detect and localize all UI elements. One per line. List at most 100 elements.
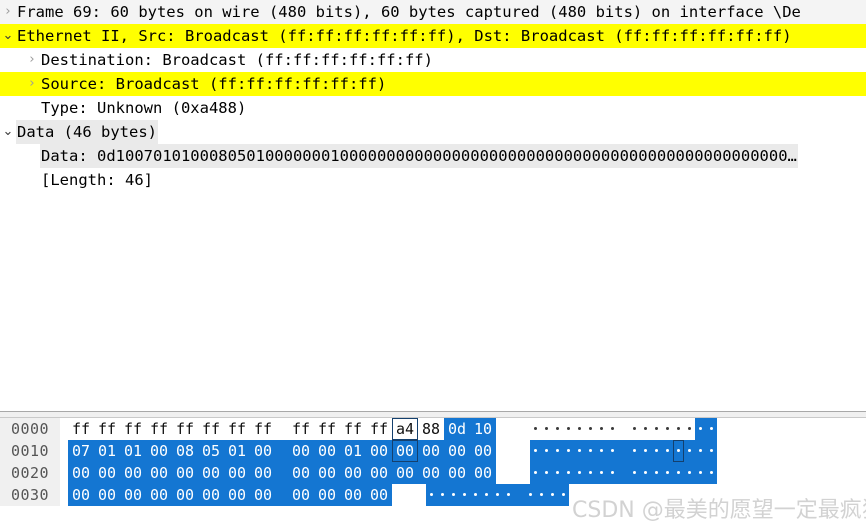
ascii-char-cell[interactable] — [673, 418, 684, 440]
hex-dump-row[interactable]: 0020 00 00 00 00 00 00 00 00 00 00 00 00 00 00 00 00 — [0, 462, 866, 484]
tree-row[interactable]: Type: Unknown (0xa488) — [0, 96, 866, 120]
ascii-char-cell[interactable] — [629, 440, 640, 462]
hex-byte-cell[interactable]: 00 — [288, 484, 314, 506]
ascii-char-cell[interactable] — [673, 440, 684, 462]
ascii-char-cell[interactable] — [585, 462, 596, 484]
chevron-down-icon[interactable]: ⌄ — [0, 120, 16, 144]
hex-byte-cell[interactable]: 00 — [224, 484, 250, 506]
hex-byte-cell[interactable]: ff — [314, 418, 340, 440]
hex-byte-cell[interactable]: 00 — [172, 484, 198, 506]
ascii-char-cell[interactable] — [525, 484, 536, 506]
hex-dump-row[interactable]: 0010 07 01 01 00 08 05 01 00 00 00 01 00 00 00 00 00 — [0, 440, 866, 462]
hex-byte-cell[interactable]: 00 — [198, 484, 224, 506]
hex-byte-cell[interactable]: ff — [172, 418, 198, 440]
ascii-char-cell[interactable] — [563, 440, 574, 462]
hex-byte-cell[interactable]: 00 — [250, 462, 276, 484]
hex-byte-cell[interactable]: 05 — [198, 440, 224, 462]
tree-row[interactable]: [Length: 46] — [0, 168, 866, 192]
ascii-char-cell[interactable] — [640, 440, 651, 462]
ascii-char-cell[interactable] — [552, 462, 563, 484]
ascii-char-cell[interactable] — [662, 462, 673, 484]
chevron-right-icon[interactable]: › — [24, 48, 40, 72]
hex-byte-cell[interactable]: 07 — [68, 440, 94, 462]
hex-byte-cell[interactable]: 00 — [224, 462, 250, 484]
hex-byte-cell[interactable]: 00 — [288, 462, 314, 484]
ascii-char-cell[interactable] — [530, 440, 541, 462]
hex-byte-cell[interactable]: 01 — [94, 440, 120, 462]
ascii-char-cell[interactable] — [607, 440, 618, 462]
ascii-char-cell[interactable] — [706, 418, 717, 440]
ascii-char-cell[interactable] — [695, 462, 706, 484]
ascii-char-cell[interactable] — [629, 462, 640, 484]
ascii-char-cell[interactable] — [706, 440, 717, 462]
ascii-char-cell[interactable] — [426, 484, 437, 506]
ascii-char-cell[interactable] — [481, 484, 492, 506]
hex-byte-cell[interactable]: 00 — [314, 440, 340, 462]
packet-details-pane[interactable]: › Frame 69: 60 bytes on wire (480 bits), … — [0, 0, 866, 411]
ascii-char-cell[interactable] — [574, 440, 585, 462]
ascii-char-cell[interactable] — [470, 484, 481, 506]
hex-dump-row[interactable]: 0000 ff ff ff ff ff ff ff ff ff ff ff ff a4 88 0d 10 — [0, 418, 866, 440]
ascii-char-cell[interactable] — [552, 418, 563, 440]
hex-byte-cell[interactable]: 00 — [146, 462, 172, 484]
tree-row[interactable]: ⌄ Ethernet II, Src: Broadcast (ff:ff:ff:f… — [0, 24, 866, 48]
hex-byte-cell[interactable]: 01 — [340, 440, 366, 462]
ascii-char-cell[interactable] — [541, 462, 552, 484]
hex-byte-cell[interactable]: 00 — [392, 440, 418, 462]
ascii-char-cell[interactable] — [541, 440, 552, 462]
ascii-char-cell[interactable] — [662, 418, 673, 440]
ascii-char-cell[interactable] — [695, 440, 706, 462]
hex-dump-row[interactable]: 0030 00 00 00 00 00 00 00 00 00 00 00 00 — [0, 484, 866, 506]
ascii-char-cell[interactable] — [574, 418, 585, 440]
ascii-char-cell[interactable] — [607, 462, 618, 484]
chevron-down-icon[interactable]: ⌄ — [0, 24, 16, 48]
ascii-char-cell[interactable] — [547, 484, 558, 506]
chevron-right-icon[interactable]: › — [0, 0, 16, 24]
ascii-char-cell[interactable] — [695, 418, 706, 440]
hex-byte-cell[interactable]: ff — [340, 418, 366, 440]
ascii-char-cell[interactable] — [684, 462, 695, 484]
tree-row[interactable]: › Destination: Broadcast (ff:ff:ff:ff:ff:… — [0, 48, 866, 72]
hex-byte-cell[interactable]: 0d — [444, 418, 470, 440]
ascii-char-cell[interactable] — [596, 462, 607, 484]
hex-byte-cell[interactable]: 00 — [68, 484, 94, 506]
hex-byte-cell[interactable]: 00 — [172, 462, 198, 484]
ascii-char-cell[interactable] — [536, 484, 547, 506]
tree-row[interactable]: Data: 0d10070101000805010000000100000000… — [0, 144, 866, 168]
hex-byte-cell[interactable]: 10 — [470, 418, 496, 440]
hex-byte-cell[interactable]: 00 — [392, 462, 418, 484]
hex-byte-cell[interactable]: 00 — [146, 484, 172, 506]
hex-byte-cell[interactable]: 01 — [224, 440, 250, 462]
hex-byte-cell[interactable]: 00 — [288, 440, 314, 462]
hex-byte-cell[interactable]: 00 — [366, 462, 392, 484]
hex-byte-cell[interactable]: 00 — [146, 440, 172, 462]
ascii-char-cell[interactable] — [607, 418, 618, 440]
ascii-char-cell[interactable] — [706, 462, 717, 484]
ascii-char-cell[interactable] — [640, 418, 651, 440]
ascii-char-cell[interactable] — [459, 484, 470, 506]
hex-byte-cell[interactable]: ff — [366, 418, 392, 440]
hex-byte-cell[interactable]: 00 — [314, 484, 340, 506]
hex-byte-cell[interactable]: 00 — [120, 484, 146, 506]
ascii-char-cell[interactable] — [596, 418, 607, 440]
ascii-char-cell[interactable] — [492, 484, 503, 506]
hex-byte-cell[interactable]: 00 — [314, 462, 340, 484]
ascii-char-cell[interactable] — [563, 462, 574, 484]
hex-byte-cell[interactable]: ff — [198, 418, 224, 440]
ascii-char-cell[interactable] — [530, 418, 541, 440]
hex-byte-cell[interactable]: 00 — [470, 462, 496, 484]
hex-byte-cell[interactable]: 00 — [250, 440, 276, 462]
hex-byte-cell[interactable]: 00 — [444, 462, 470, 484]
ascii-char-cell[interactable] — [585, 418, 596, 440]
ascii-char-cell[interactable] — [662, 440, 673, 462]
hex-byte-cell[interactable]: 00 — [418, 440, 444, 462]
ascii-char-cell[interactable] — [673, 462, 684, 484]
ascii-char-cell[interactable] — [448, 484, 459, 506]
ascii-char-cell[interactable] — [530, 462, 541, 484]
hex-byte-cell[interactable]: ff — [288, 418, 314, 440]
hex-byte-cell[interactable]: a4 — [392, 418, 418, 440]
tree-row[interactable]: ⌄ Data (46 bytes) — [0, 120, 866, 144]
packet-bytes-pane[interactable]: 0000 ff ff ff ff ff ff ff ff ff ff ff ff a4 88 0d 10 0010… — [0, 418, 866, 526]
ascii-char-cell[interactable] — [651, 440, 662, 462]
hex-byte-cell[interactable]: 00 — [198, 462, 224, 484]
